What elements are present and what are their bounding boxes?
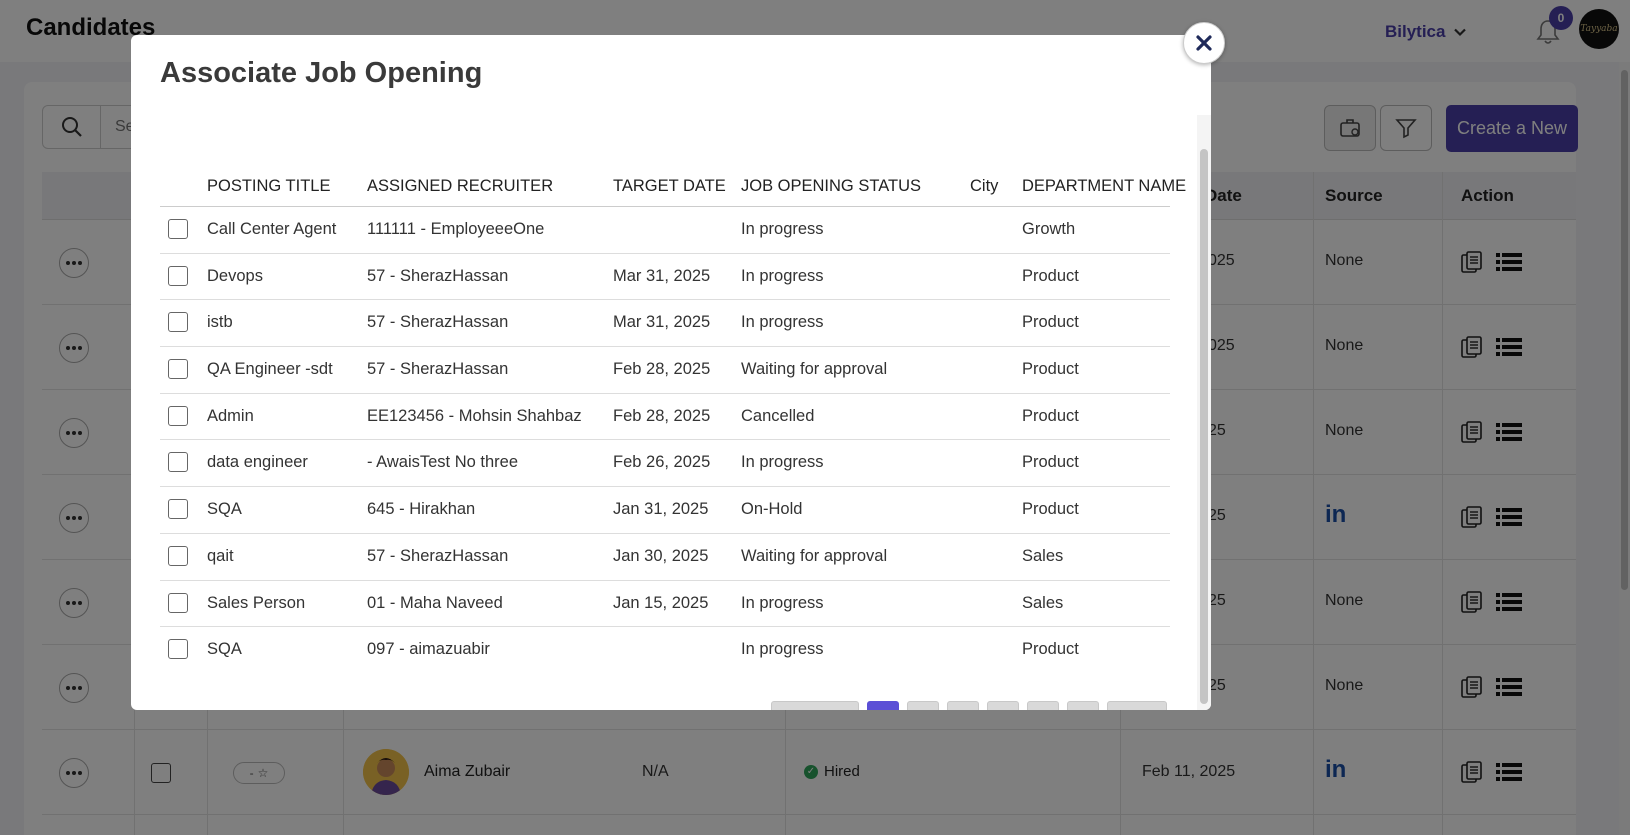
cell-assigned-recruiter: 01 - Maha Naveed <box>367 593 503 612</box>
col-posting-title[interactable]: POSTING TITLE <box>207 177 330 196</box>
cell-assigned-recruiter: 57 - SherazHassan <box>367 313 509 332</box>
col-city[interactable]: City <box>970 177 998 196</box>
cell-department-name: Product <box>1022 406 1079 425</box>
cell-department-name: Product <box>1022 640 1079 659</box>
cell-assigned-recruiter: EE123456 - Mohsin Shahbaz <box>367 406 582 425</box>
cell-assigned-recruiter: 097 - aimazuabir <box>367 640 490 659</box>
cell-posting-title: istb <box>207 313 233 332</box>
row-checkbox[interactable] <box>168 592 188 613</box>
cell-assigned-recruiter: - AwaisTest No three <box>367 453 519 472</box>
cell-department-name: Growth <box>1022 220 1076 238</box>
cell-target-date: Feb 28, 2025 <box>613 360 711 379</box>
row-checkbox[interactable] <box>168 219 188 239</box>
cell-target-date: Jan 31, 2025 <box>613 500 709 519</box>
pagination-page-active[interactable] <box>867 701 899 710</box>
pagination-next[interactable] <box>1107 701 1167 710</box>
cell-posting-title: SQA <box>207 500 242 519</box>
cell-job-opening-status: Cancelled <box>741 406 815 425</box>
cell-job-opening-status: In progress <box>741 640 824 659</box>
cell-department-name: Sales <box>1022 546 1064 565</box>
row-checkbox[interactable] <box>168 639 188 660</box>
cell-assigned-recruiter: 57 - SherazHassan <box>367 546 509 565</box>
cell-department-name: Product <box>1022 453 1079 472</box>
table-header: POSTING TITLE ASSIGNED RECRUITER TARGET … <box>160 137 1186 207</box>
job-opening-row[interactable]: QA Engineer -sdt 57 - SherazHassan Feb 28,… <box>160 347 1170 394</box>
job-opening-row[interactable]: SQA 097 - aimazuabir In progress Product <box>160 627 1170 674</box>
row-checkbox[interactable] <box>168 359 188 380</box>
pagination-page[interactable] <box>987 701 1019 710</box>
cell-job-opening-status: In progress <box>741 313 824 332</box>
cell-assigned-recruiter: 111111 - EmployeeeOne <box>367 220 545 238</box>
cell-assigned-recruiter: 57 - SherazHassan <box>367 360 509 379</box>
pagination-prev[interactable] <box>771 701 859 710</box>
job-opening-row[interactable]: istb 57 - SherazHassan Mar 31, 2025 In prog… <box>160 300 1170 348</box>
cell-posting-title: Devops <box>207 266 263 285</box>
cell-posting-title: Admin <box>207 406 254 425</box>
row-checkbox[interactable] <box>168 452 188 473</box>
col-target-date[interactable]: TARGET DATE <box>613 177 726 196</box>
job-openings-table: POSTING TITLE ASSIGNED RECRUITER TARGET … <box>160 137 1186 674</box>
cell-posting-title: Sales Person <box>207 593 306 612</box>
cell-department-name: Product <box>1022 500 1079 519</box>
modal-scrollbar-thumb[interactable] <box>1200 149 1208 704</box>
modal-title: Associate Job Opening <box>160 57 483 89</box>
cell-department-name: Sales <box>1022 593 1064 612</box>
table-body: Call Center Agent 111111 - EmployeeeOne In… <box>160 207 1170 674</box>
associate-job-modal: Associate Job Opening POSTING TITLE ASSI… <box>131 35 1211 710</box>
row-checkbox[interactable] <box>168 545 188 566</box>
cell-target-date: Feb 28, 2025 <box>613 406 711 425</box>
job-opening-row[interactable]: data engineer - AwaisTest No three Feb 26,… <box>160 440 1170 488</box>
pagination-page[interactable] <box>1027 701 1059 710</box>
cell-job-opening-status: Waiting for approval <box>741 360 888 379</box>
cell-department-name: Product <box>1022 266 1079 285</box>
close-modal-button[interactable] <box>1183 22 1225 64</box>
cell-department-name: Product <box>1022 313 1079 332</box>
cell-posting-title: SQA <box>207 640 242 659</box>
cell-target-date: Feb 26, 2025 <box>613 453 711 472</box>
close-icon <box>1196 35 1212 51</box>
cell-target-date: Mar 31, 2025 <box>613 313 711 332</box>
cell-job-opening-status: On-Hold <box>741 500 803 519</box>
cell-assigned-recruiter: 57 - SherazHassan <box>367 266 509 285</box>
cell-job-opening-status: Waiting for approval <box>741 546 888 565</box>
job-opening-row[interactable]: SQA 645 - Hirakhan Jan 31, 2025 On-Hold Prod… <box>160 487 1170 534</box>
cell-job-opening-status: In progress <box>741 266 824 285</box>
col-assigned-recruiter[interactable]: ASSIGNED RECRUITER <box>367 177 553 196</box>
col-job-opening-status[interactable]: JOB OPENING STATUS <box>741 177 921 196</box>
pagination-page[interactable] <box>1067 701 1099 710</box>
cell-job-opening-status: In progress <box>741 220 824 238</box>
modal-scrollbar[interactable] <box>1197 115 1211 710</box>
job-opening-row[interactable]: Admin EE123456 - Mohsin Shahbaz Feb 28, 20… <box>160 394 1170 441</box>
job-opening-row[interactable]: Call Center Agent 111111 - EmployeeeOne In… <box>160 207 1170 254</box>
cell-posting-title: qait <box>207 546 234 565</box>
col-department-name[interactable]: DEPARTMENT NAME <box>1022 177 1186 196</box>
cell-target-date: Jan 15, 2025 <box>613 593 709 612</box>
cell-job-opening-status: In progress <box>741 453 824 472</box>
cell-target-date: Mar 31, 2025 <box>613 266 711 285</box>
row-checkbox[interactable] <box>168 312 188 333</box>
cell-assigned-recruiter: 645 - Hirakhan <box>367 500 476 519</box>
job-opening-row[interactable]: qait 57 - SherazHassan Jan 30, 2025 Waiting… <box>160 534 1170 581</box>
pagination-page[interactable] <box>947 701 979 710</box>
job-opening-row[interactable]: Sales Person 01 - Maha Naveed Jan 15, 2025… <box>160 581 1170 628</box>
pagination <box>771 701 1167 710</box>
cell-department-name: Product <box>1022 360 1079 379</box>
job-opening-row[interactable]: Devops 57 - SherazHassan Mar 31, 2025 In pr… <box>160 254 1170 301</box>
cell-posting-title: Call Center Agent <box>207 220 337 238</box>
row-checkbox[interactable] <box>168 499 188 520</box>
cell-posting-title: data engineer <box>207 453 308 472</box>
row-checkbox[interactable] <box>168 405 188 426</box>
cell-target-date: Jan 30, 2025 <box>613 546 709 565</box>
pagination-page[interactable] <box>907 701 939 710</box>
cell-job-opening-status: In progress <box>741 593 824 612</box>
row-checkbox[interactable] <box>168 265 188 286</box>
cell-posting-title: QA Engineer -sdt <box>207 360 333 379</box>
